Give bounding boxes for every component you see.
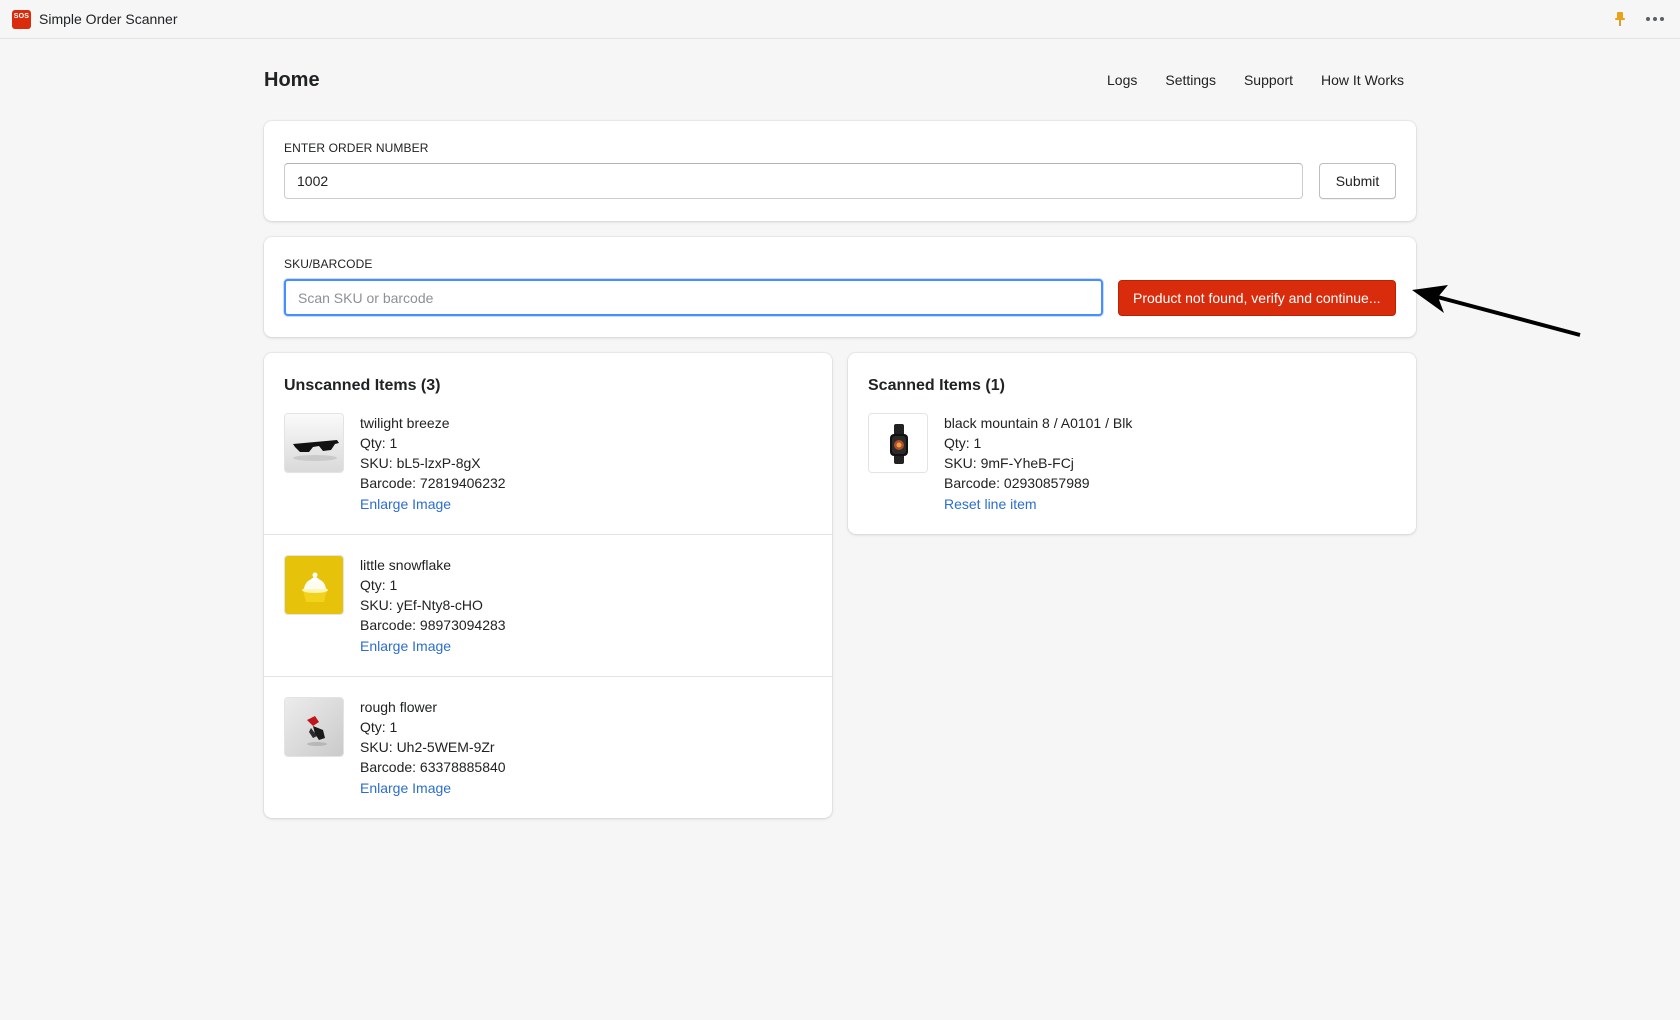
product-not-found-button[interactable]: Product not found, verify and continue..… [1117,279,1396,316]
item-qty: Qty: 1 [360,577,398,593]
list-item: twilight breeze Qty: 1 SKU: bL5-lzxP-8gX… [264,409,832,534]
product-thumbnail-watch [868,413,928,473]
item-name: twilight breeze [360,415,450,431]
order-number-label: ENTER ORDER NUMBER [284,141,429,155]
sku-barcode-card: SKU/BARCODE Product not found, verify an… [264,237,1416,337]
app-logo: SOS [12,9,31,29]
nav-logs[interactable]: Logs [1107,72,1137,88]
item-sku: SKU: Uh2-5WEM-9Zr [360,739,495,755]
product-thumbnail-cupcake [284,555,344,615]
sku-barcode-label: SKU/BARCODE [284,257,373,271]
item-details: black mountain 8 / A0101 / Blk Qty: 1 SK… [944,413,1132,514]
item-sku: SKU: 9mF-YheB-FCj [944,455,1074,471]
item-name: black mountain 8 / A0101 / Blk [944,415,1133,431]
page-header: Home Logs Settings Support How It Works [264,39,1416,121]
app-logo-text: SOS [13,12,30,20]
product-thumbnail-sunglasses [284,413,344,473]
app-top-bar: SOS Simple Order Scanner [0,0,1680,39]
item-name: rough flower [360,699,438,715]
item-barcode: Barcode: 72819406232 [360,475,506,491]
reset-line-item-link[interactable]: Reset line item [944,494,1037,514]
item-barcode: Barcode: 02930857989 [944,475,1090,491]
nav-settings[interactable]: Settings [1165,72,1216,88]
page-title: Home [264,68,320,91]
item-sku: SKU: yEf-Nty8-cHO [360,597,483,613]
item-details: rough flower Qty: 1 SKU: Uh2-5WEM-9Zr Ba… [360,697,506,798]
page-content: Home Logs Settings Support How It Works … [264,39,1416,818]
sku-barcode-input[interactable] [284,279,1103,316]
list-item: rough flower Qty: 1 SKU: Uh2-5WEM-9Zr Ba… [264,676,832,818]
submit-button[interactable]: Submit [1319,163,1396,199]
list-item: little snowflake Qty: 1 SKU: yEf-Nty8-cH… [264,534,832,676]
item-qty: Qty: 1 [360,435,398,451]
nav-support[interactable]: Support [1244,72,1293,88]
product-thumbnail-flower [284,697,344,757]
list-item: black mountain 8 / A0101 / Blk Qty: 1 SK… [848,409,1416,534]
order-number-card: ENTER ORDER NUMBER Submit [264,121,1416,221]
top-nav: Logs Settings Support How It Works [1107,72,1416,88]
unscanned-items-card: Unscanned Items (3) twilight breeze Qty:… [264,353,832,818]
app-title: Simple Order Scanner [39,11,178,27]
pin-icon[interactable] [1614,11,1626,27]
item-qty: Qty: 1 [944,435,982,451]
more-options-icon[interactable] [1646,17,1664,21]
scanned-items-card: Scanned Items (1) black mountain 8 / A01… [848,353,1416,534]
nav-how-it-works[interactable]: How It Works [1321,72,1404,88]
scanned-items-title: Scanned Items (1) [868,377,1005,394]
item-qty: Qty: 1 [360,719,398,735]
item-details: little snowflake Qty: 1 SKU: yEf-Nty8-cH… [360,555,506,656]
enlarge-image-link[interactable]: Enlarge Image [360,778,451,798]
enlarge-image-link[interactable]: Enlarge Image [360,494,451,514]
annotation-arrow-icon [1412,285,1581,337]
unscanned-items-title: Unscanned Items (3) [284,377,441,394]
item-barcode: Barcode: 63378885840 [360,759,506,775]
enlarge-image-link[interactable]: Enlarge Image [360,636,451,656]
item-sku: SKU: bL5-lzxP-8gX [360,455,481,471]
order-number-input[interactable] [284,163,1303,199]
item-barcode: Barcode: 98973094283 [360,617,506,633]
item-details: twilight breeze Qty: 1 SKU: bL5-lzxP-8gX… [360,413,506,514]
item-name: little snowflake [360,557,452,573]
